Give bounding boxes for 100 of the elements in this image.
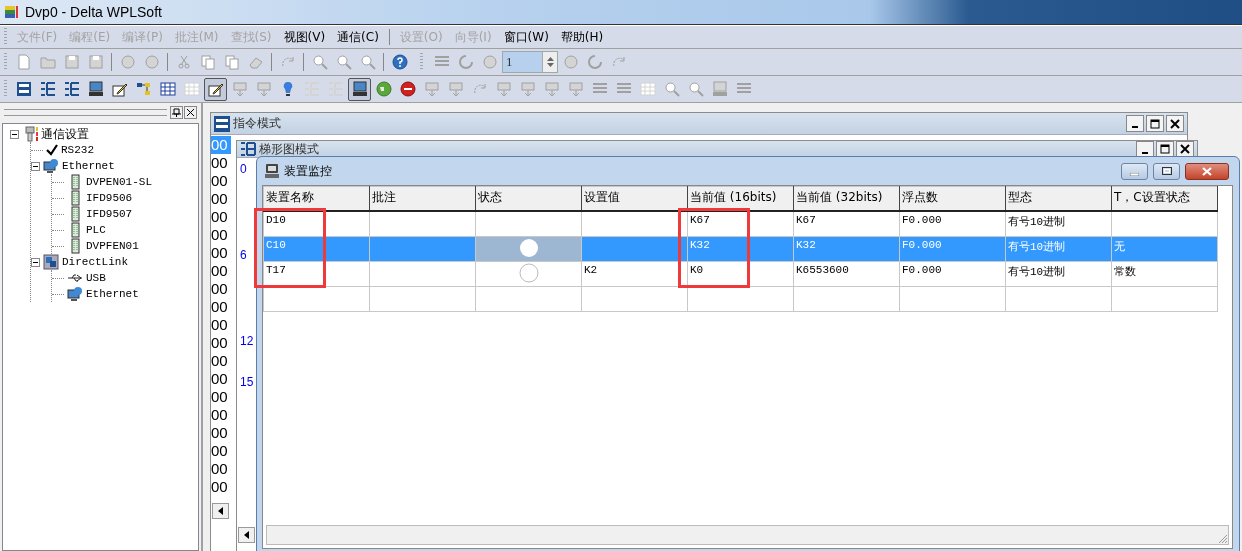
column-header[interactable]: T，C设置状态 [1111,186,1218,211]
circle-icon [119,54,136,70]
pencil-icon [111,81,128,97]
restore-button[interactable] [1153,162,1180,180]
grid-icon [159,81,176,97]
code-line[interactable]: 00 [211,460,231,478]
table-row[interactable]: D10 K67 K67 F0.000 有号10进制 [263,211,1218,237]
table-cell: K6553600 [796,264,849,276]
table-cell: F0.000 [902,264,942,276]
close-button[interactable] [1185,162,1229,180]
menu-item[interactable]: 窗口(W) [497,28,555,46]
table-cell: K0 [690,264,704,276]
code-line[interactable]: 00 [211,352,231,370]
monitor-icon [351,81,368,97]
close-button[interactable] [1166,115,1184,132]
toolbar-button[interactable] [204,77,227,101]
code-line[interactable]: 00 [211,154,231,172]
minimize-button[interactable] [1126,115,1144,132]
toolbar-grip[interactable] [420,53,423,71]
tree-item[interactable]: PLC [86,224,106,236]
column-header[interactable]: 型态 [1005,186,1112,211]
close-icon [1202,166,1212,176]
pin-button[interactable] [170,105,183,119]
panel-grip[interactable] [4,108,167,116]
maximize-icon [1160,144,1170,154]
column-header[interactable]: 设置值 [581,186,688,211]
transfer-icon [567,81,584,97]
tree-item[interactable]: DirectLink [62,256,128,268]
row-number: 15 [240,375,255,389]
table-cell: 无 [1114,241,1125,253]
magnifier-icon [663,81,680,97]
code-line[interactable]: 00 [211,370,231,388]
code-line[interactable]: 00 [211,208,231,226]
column-header[interactable]: 当前值 (32bits) [793,186,900,211]
tree-item[interactable]: DVPEN01-SL [86,176,152,188]
code-line[interactable]: 00 [211,406,231,424]
table-cell: F0.000 [902,239,942,251]
globe-icon [375,81,392,97]
tree-item[interactable]: IFD9506 [86,192,133,204]
code-line[interactable]: 00 [211,244,231,262]
menu-item[interactable]: 通信(C) [331,28,385,46]
monitor-icon [711,81,728,97]
column-header[interactable]: 状态 [475,186,582,211]
minimize-icon [1130,172,1139,176]
expander-box[interactable] [31,161,40,171]
network-icon [67,286,83,302]
table-cell: 有号10进制 [1008,266,1066,278]
column-header[interactable]: 浮点数 [899,186,1006,211]
scroll-left-button[interactable] [238,527,255,543]
code-line[interactable]: 00 [211,298,231,316]
monitor-icon [264,163,280,179]
code-line[interactable]: 00 [211,334,231,352]
tree-item[interactable]: RS232 [61,144,94,156]
tree-item[interactable]: 通信设置 [41,125,89,143]
scroll-left-button[interactable] [212,503,229,519]
toolbar-grip[interactable] [4,80,7,98]
code-line[interactable]: 00 [211,424,231,442]
maximize-icon [1150,118,1160,129]
table-row[interactable]: T17 K2 K0 K6553600 F0.000 有号10进制 常数 [263,261,1218,287]
code-line[interactable]: 00 [211,172,231,190]
circle-icon [562,54,579,70]
circle-icon [481,54,498,70]
menu-item[interactable]: 帮助(H) [554,28,610,46]
table-cell: T17 [266,264,286,276]
window-title: 梯形图模式 [259,140,319,158]
code-line[interactable]: 00 [211,226,231,244]
toolbar-grip[interactable] [4,28,7,46]
left-arrow-icon [244,531,249,539]
magnifier-icon [311,54,328,70]
tree-item[interactable]: Ethernet [86,288,139,300]
code-line[interactable]: 00 [211,262,231,280]
code-line[interactable]: 00 [211,388,231,406]
transfer-icon [255,81,272,97]
minus-icon [10,129,19,139]
square-icon [15,81,32,97]
column-header[interactable]: 装置名称 [263,186,370,211]
code-line[interactable]: 00 [211,280,231,298]
tree-item[interactable]: IFD9507 [86,208,133,220]
toolbar-grip[interactable] [4,53,7,71]
maximize-button[interactable] [1146,115,1164,132]
column-header[interactable]: 批注 [369,186,476,211]
tree-item[interactable]: USB [86,272,106,284]
folder-icon [39,54,56,70]
stop-icon [399,81,416,97]
expander-box[interactable] [10,129,19,139]
code-line[interactable]: 00 [211,316,231,334]
magnifier-icon [687,81,704,97]
code-line[interactable]: 00 [211,478,231,496]
table-cell: K32 [690,239,710,251]
code-line[interactable]: 00 [211,442,231,460]
tree-item[interactable]: DVPFEN01 [86,240,139,252]
tree-item[interactable]: Ethernet [62,160,115,172]
code-line[interactable]: 00 [211,190,231,208]
menu-item[interactable]: 视图(V) [277,28,332,46]
grid-icon [639,81,656,97]
expander-box[interactable] [31,257,40,267]
scissors-icon [175,54,192,70]
close-button[interactable] [184,105,197,119]
toolbar-button[interactable] [348,77,371,101]
table-cell: 有号10进制 [1008,216,1066,228]
